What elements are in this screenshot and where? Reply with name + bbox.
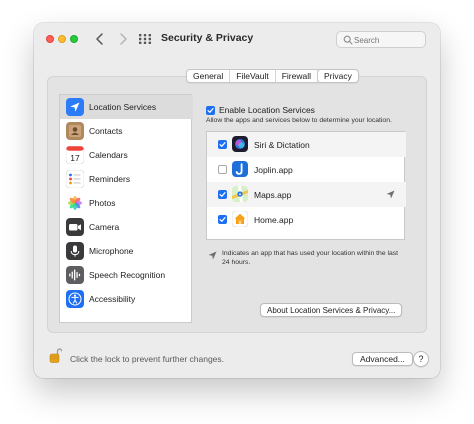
app-checkbox[interactable] <box>218 165 227 174</box>
minimize-button[interactable] <box>58 35 66 43</box>
privacy-sidebar: Location Services Contacts 17 Calendars … <box>59 94 193 323</box>
checkmark-icon <box>219 192 226 197</box>
contacts-icon <box>66 122 84 140</box>
sidebar-item-label: Camera <box>89 222 120 232</box>
list-item[interactable]: Siri & Dictation <box>207 132 406 157</box>
sidebar-item-contacts[interactable]: Contacts <box>60 119 193 143</box>
calendar-day: 17 <box>70 153 80 163</box>
search-icon <box>343 35 353 45</box>
sidebar-item-camera[interactable]: Camera <box>60 215 193 239</box>
sidebar-item-reminders[interactable]: Reminders <box>60 167 193 191</box>
sidebar-item-label: Reminders <box>89 174 131 184</box>
close-button[interactable] <box>46 35 54 43</box>
tab-bar: General FileVault Firewall Privacy <box>186 69 359 83</box>
list-item[interactable]: Joplin.app <box>207 157 406 182</box>
lock-status-label: Click the lock to prevent further change… <box>70 354 225 364</box>
unlocked-padlock-icon <box>49 348 63 363</box>
tab-privacy[interactable]: Privacy <box>317 70 358 82</box>
location-apps-list: Siri & Dictation Joplin.app Maps.app Hom… <box>206 131 406 240</box>
camera-icon <box>66 218 84 236</box>
grid-icon <box>139 34 151 44</box>
tab-general[interactable]: General <box>187 70 231 82</box>
sidebar-item-label: Speech Recognition <box>89 270 166 280</box>
forward-button[interactable] <box>116 31 130 47</box>
maps-icon <box>232 186 248 202</box>
app-label: Joplin.app <box>254 165 293 175</box>
sidebar-item-speech-recognition[interactable]: Speech Recognition <box>60 263 193 287</box>
back-button[interactable] <box>93 31 107 47</box>
chevron-right-icon <box>120 33 127 45</box>
enable-location-checkbox[interactable] <box>206 106 215 115</box>
zoom-button[interactable] <box>70 35 78 43</box>
checkmark-icon <box>219 142 226 147</box>
joplin-icon <box>232 161 248 177</box>
sidebar-item-microphone[interactable]: Microphone <box>60 239 193 263</box>
app-label: Maps.app <box>254 190 292 200</box>
show-all-button[interactable] <box>138 33 152 45</box>
titlebar: Security & Privacy <box>34 23 440 55</box>
list-item[interactable]: Home.app <box>207 207 406 232</box>
sidebar-item-label: Location Services <box>89 102 157 112</box>
sidebar-item-location-services[interactable]: Location Services <box>60 95 193 119</box>
photos-icon <box>66 194 84 212</box>
location-arrow-icon <box>208 251 217 260</box>
sidebar-item-label: Microphone <box>89 246 134 256</box>
accessibility-icon <box>66 290 84 308</box>
search-field[interactable] <box>336 31 426 48</box>
home-icon <box>232 211 248 227</box>
app-checkbox[interactable] <box>218 190 227 199</box>
tab-filevault[interactable]: FileVault <box>230 70 276 82</box>
search-input[interactable] <box>354 33 424 47</box>
lock-button[interactable] <box>49 348 63 364</box>
sidebar-item-calendars[interactable]: 17 Calendars <box>60 143 193 167</box>
siri-icon <box>232 136 248 152</box>
sidebar-item-label: Contacts <box>89 126 123 136</box>
list-item[interactable]: Maps.app <box>207 182 406 207</box>
microphone-icon <box>66 242 84 260</box>
sidebar-item-accessibility[interactable]: Accessibility <box>60 287 193 311</box>
enable-location-label: Enable Location Services <box>219 105 315 115</box>
location-services-icon <box>66 98 84 116</box>
app-label: Siri & Dictation <box>254 140 310 150</box>
app-label: Home.app <box>254 215 294 225</box>
checkmark-icon <box>219 217 226 222</box>
recent-use-note: Indicates an app that has used your loca… <box>222 250 399 266</box>
sidebar-item-label: Calendars <box>89 150 128 160</box>
chevron-left-icon <box>96 33 103 45</box>
checkmark-icon <box>207 108 214 113</box>
tab-firewall[interactable]: Firewall <box>276 70 318 82</box>
calendar-icon: 17 <box>66 146 84 164</box>
location-arrow-icon <box>386 190 395 199</box>
speech-recognition-icon <box>66 266 84 284</box>
sidebar-item-label: Photos <box>89 198 116 208</box>
location-description: Allow the apps and services below to det… <box>206 117 392 124</box>
sidebar-item-photos[interactable]: Photos <box>60 191 193 215</box>
reminders-icon <box>66 170 84 188</box>
window-title: Security & Privacy <box>161 32 254 44</box>
app-checkbox[interactable] <box>218 140 227 149</box>
app-checkbox[interactable] <box>218 215 227 224</box>
help-button[interactable]: ? <box>413 351 429 367</box>
sidebar-item-label: Accessibility <box>89 294 136 304</box>
advanced-button[interactable]: Advanced... <box>352 352 413 366</box>
preferences-window: Security & Privacy General FileVault Fir… <box>34 23 440 378</box>
about-location-services-button[interactable]: About Location Services & Privacy... <box>260 303 403 317</box>
